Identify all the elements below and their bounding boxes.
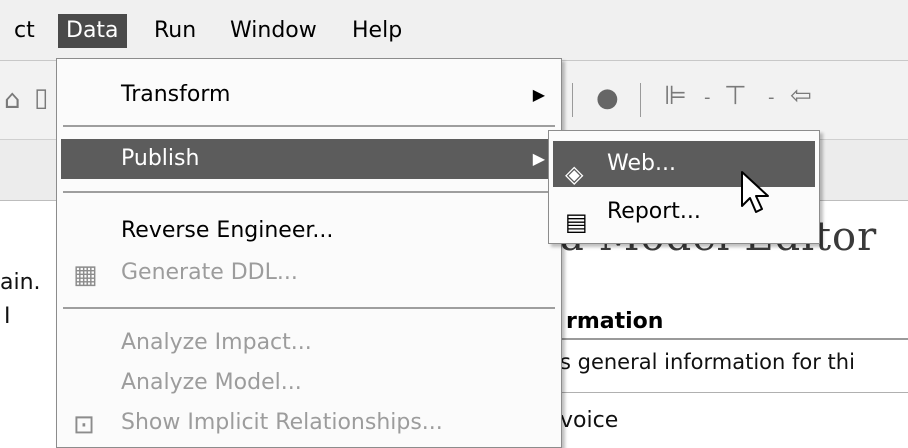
submenu-item-web[interactable]: ◈ Web... xyxy=(553,141,815,188)
globe-icon[interactable]: ● xyxy=(596,83,619,113)
menu-data[interactable]: Data xyxy=(58,14,127,48)
submenu-arrow-icon: ▶ xyxy=(532,149,545,168)
menu-item-generate-ddl[interactable]: ▦ Generate DDL... xyxy=(61,253,557,293)
menu-item-label: Analyze Model... xyxy=(121,370,302,395)
dropdown-arrow-icon[interactable]: - xyxy=(768,87,775,108)
section-description: s general information for thi xyxy=(560,350,855,374)
menu-item-analyze-model[interactable]: Analyze Model... xyxy=(61,363,557,403)
section-header: rmation xyxy=(566,309,664,334)
menu-item-label: Show Implicit Relationships... xyxy=(121,410,443,435)
relationship-icon: ⊡ xyxy=(73,410,95,440)
toolbar-separator xyxy=(572,83,573,117)
data-menu: Transform ▶ Publish ▶ Reverse Engineer..… xyxy=(56,58,562,448)
menu-item-label: Reverse Engineer... xyxy=(121,218,334,243)
menu-item-analyze-impact[interactable]: Analyze Impact... xyxy=(61,323,557,363)
align-left-icon[interactable]: ⊫ xyxy=(664,81,687,111)
submenu-arrow-icon: ▶ xyxy=(532,85,545,104)
mouse-pointer-icon xyxy=(741,171,769,213)
menu-help[interactable]: Help xyxy=(344,14,410,48)
menu-item-reverse-engineer[interactable]: Reverse Engineer... xyxy=(61,211,557,251)
menu-item-transform[interactable]: Transform ▶ xyxy=(61,75,557,115)
submenu-item-label: Report... xyxy=(607,199,701,224)
report-icon: ▤ xyxy=(565,208,588,236)
toolbar-doc-icon[interactable]: ▯ xyxy=(34,83,48,113)
menu-item-publish[interactable]: Publish ▶ xyxy=(61,139,557,179)
menu-item-label: Publish xyxy=(121,146,200,171)
menu-divider xyxy=(63,307,555,309)
menu-run[interactable]: Run xyxy=(146,14,204,48)
submenu-item-label: Web... xyxy=(607,151,676,176)
menu-item-show-implicit-relationships[interactable]: ⊡ Show Implicit Relationships... xyxy=(61,403,557,443)
submenu-item-report[interactable]: ▤ Report... xyxy=(553,189,815,236)
menu-item-label: Transform xyxy=(121,82,231,107)
toolbar-tool-icon[interactable]: ⌂ xyxy=(4,85,21,115)
ddl-icon: ▦ xyxy=(73,260,98,290)
toolbar-separator xyxy=(640,83,641,117)
menu-project[interactable]: ct xyxy=(6,14,43,48)
publish-submenu: ◈ Web... ▤ Report... xyxy=(548,130,820,244)
align-top-icon[interactable]: ⊤ xyxy=(724,81,747,111)
menu-bar: ct Data Run Window Help xyxy=(0,0,908,61)
menu-item-label: Analyze Impact... xyxy=(121,330,312,355)
left-panel-text: ain. xyxy=(0,270,41,295)
back-arrow-icon[interactable]: ⇦ xyxy=(790,81,812,111)
section-divider xyxy=(560,338,908,340)
section-divider xyxy=(560,392,908,393)
left-panel-text: I xyxy=(4,304,11,329)
menu-item-label: Generate DDL... xyxy=(121,260,298,285)
menu-window[interactable]: Window xyxy=(222,14,325,48)
invoice-field: voice xyxy=(560,408,619,433)
menu-divider xyxy=(63,125,555,127)
menu-divider xyxy=(63,191,555,193)
dropdown-arrow-icon[interactable]: - xyxy=(704,87,711,108)
